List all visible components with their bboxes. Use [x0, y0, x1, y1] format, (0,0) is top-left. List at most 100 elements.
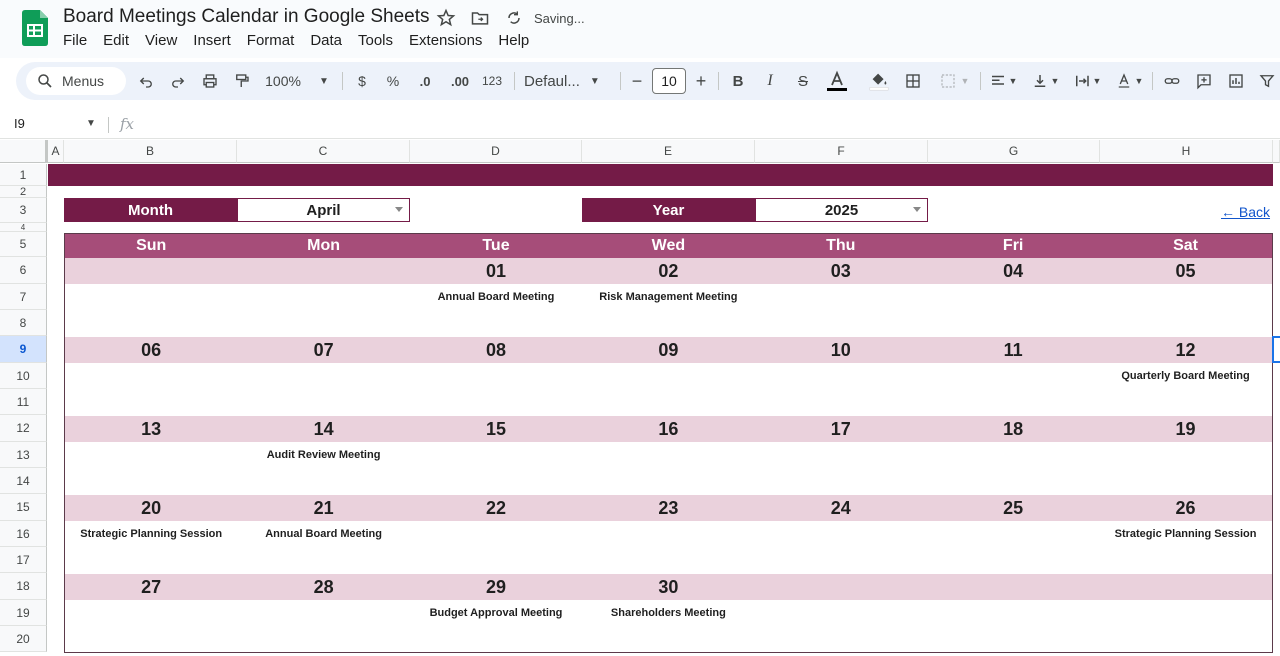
insert-comment-icon[interactable] [1192, 62, 1216, 100]
date-cell[interactable]: 06 [65, 337, 237, 363]
menu-tools[interactable]: Tools [358, 32, 393, 49]
menu-file[interactable]: File [63, 32, 87, 49]
event-cell[interactable] [410, 442, 582, 468]
text-wrapping-icon[interactable]: ▼ [1070, 62, 1104, 100]
column-header-i[interactable] [1273, 140, 1280, 163]
select-all-corner[interactable] [0, 140, 48, 163]
event-cell[interactable] [927, 363, 1099, 389]
date-cell[interactable]: 11 [927, 337, 1099, 363]
currency-format-button[interactable]: $ [352, 62, 372, 100]
year-dropdown[interactable]: 2025 [755, 198, 928, 222]
text-rotation-icon[interactable]: ▼ [1112, 62, 1146, 100]
row-header-12[interactable]: 12 [0, 415, 47, 442]
menu-edit[interactable]: Edit [103, 32, 129, 49]
redo-icon[interactable] [166, 62, 190, 100]
horizontal-align-icon[interactable]: ▼ [986, 62, 1020, 100]
font-size-input[interactable]: 10 [652, 68, 686, 94]
row-header-10[interactable]: 10 [0, 363, 47, 389]
increase-decimal-button[interactable]: .00 [446, 62, 474, 100]
date-cell[interactable]: 17 [755, 416, 927, 442]
event-cell[interactable] [237, 600, 409, 626]
menu-data[interactable]: Data [310, 32, 342, 49]
event-cell[interactable] [1099, 284, 1271, 310]
row-header-9[interactable]: 9 [0, 336, 47, 363]
column-header-c[interactable]: C [237, 140, 410, 163]
row-header-14[interactable]: 14 [0, 468, 47, 494]
date-cell[interactable]: 23 [582, 495, 754, 521]
menus-search[interactable]: Menus [26, 67, 126, 95]
event-cell[interactable] [927, 442, 1099, 468]
strikethrough-icon[interactable]: S [792, 62, 814, 100]
date-cell[interactable]: 07 [237, 337, 409, 363]
date-cell[interactable]: 14 [237, 416, 409, 442]
date-cell[interactable]: 30 [582, 574, 754, 600]
event-cell[interactable]: Shareholders Meeting [582, 600, 754, 626]
event-cell[interactable]: Strategic Planning Session [1099, 521, 1271, 547]
column-header-a[interactable]: A [48, 140, 64, 163]
event-cell[interactable] [927, 600, 1099, 626]
event-cell[interactable]: Quarterly Board Meeting [1099, 363, 1271, 389]
event-cell[interactable] [410, 521, 582, 547]
event-cell[interactable]: Annual Board Meeting [237, 521, 409, 547]
date-cell[interactable]: 28 [237, 574, 409, 600]
menu-format[interactable]: Format [247, 32, 295, 49]
event-cell[interactable] [237, 363, 409, 389]
column-header-e[interactable]: E [582, 140, 755, 163]
insert-chart-icon[interactable] [1224, 62, 1248, 100]
month-dropdown[interactable]: April [237, 198, 410, 222]
menu-view[interactable]: View [145, 32, 177, 49]
text-color-icon[interactable] [824, 62, 850, 100]
vertical-align-icon[interactable]: ▼ [1028, 62, 1062, 100]
chevron-down-icon[interactable] [395, 207, 403, 212]
date-cell[interactable]: 29 [410, 574, 582, 600]
row-header-7[interactable]: 7 [0, 284, 47, 310]
date-cell[interactable]: 22 [410, 495, 582, 521]
date-cell[interactable]: 24 [755, 495, 927, 521]
event-cell[interactable] [927, 284, 1099, 310]
date-cell[interactable] [755, 574, 927, 600]
date-cell[interactable] [927, 574, 1099, 600]
event-cell[interactable]: Budget Approval Meeting [410, 600, 582, 626]
event-cell[interactable] [582, 521, 754, 547]
date-cell[interactable]: 19 [1099, 416, 1271, 442]
date-cell[interactable]: 01 [410, 258, 582, 284]
decrease-font-size-icon[interactable]: − [628, 62, 646, 100]
column-header-b[interactable]: B [64, 140, 237, 163]
row-header-20[interactable]: 20 [0, 626, 47, 652]
date-cell[interactable]: 13 [65, 416, 237, 442]
row-header-18[interactable]: 18 [0, 573, 47, 600]
event-cell[interactable] [65, 442, 237, 468]
row-header-6[interactable]: 6 [0, 257, 47, 284]
bold-icon[interactable]: B [728, 62, 748, 100]
column-header-d[interactable]: D [410, 140, 582, 163]
event-cell[interactable] [1099, 442, 1271, 468]
increase-font-size-icon[interactable]: + [692, 62, 710, 100]
print-icon[interactable] [198, 62, 222, 100]
date-cell[interactable]: 02 [582, 258, 754, 284]
date-cell[interactable] [1099, 574, 1271, 600]
back-link[interactable]: ← Back [1221, 204, 1270, 220]
row-header-3[interactable]: 3 [0, 198, 47, 223]
date-cell[interactable]: 04 [927, 258, 1099, 284]
chevron-down-icon[interactable] [913, 207, 921, 212]
column-header-f[interactable]: F [755, 140, 928, 163]
event-cell[interactable] [927, 521, 1099, 547]
date-cell[interactable]: 18 [927, 416, 1099, 442]
star-icon[interactable] [436, 8, 456, 28]
row-header-13[interactable]: 13 [0, 442, 47, 468]
row-header-4[interactable]: 4 [0, 223, 47, 232]
row-header-1[interactable]: 1 [0, 164, 47, 186]
row-header-11[interactable]: 11 [0, 389, 47, 415]
date-cell[interactable] [65, 258, 237, 284]
event-cell[interactable] [1099, 600, 1271, 626]
percent-format-button[interactable]: % [382, 62, 404, 100]
column-header-g[interactable]: G [928, 140, 1100, 163]
event-cell[interactable]: Annual Board Meeting [410, 284, 582, 310]
date-cell[interactable]: 10 [755, 337, 927, 363]
row-header-8[interactable]: 8 [0, 310, 47, 336]
event-cell[interactable]: Risk Management Meeting [582, 284, 754, 310]
row-header-19[interactable]: 19 [0, 600, 47, 626]
event-cell[interactable] [65, 363, 237, 389]
document-title[interactable]: Board Meetings Calendar in Google Sheets [63, 6, 430, 28]
event-cell[interactable] [755, 600, 927, 626]
